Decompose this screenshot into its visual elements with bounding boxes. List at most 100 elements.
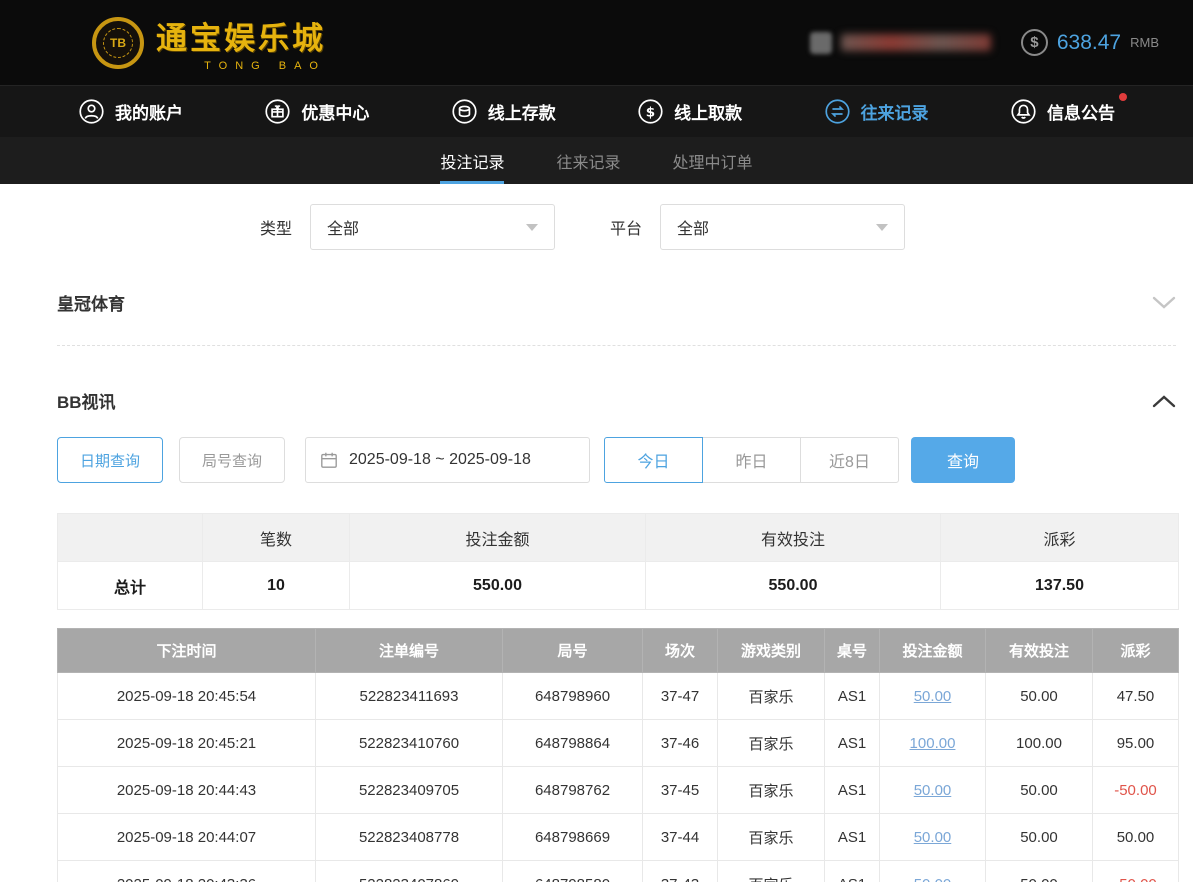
nav-label: 往来记录 [860,104,929,123]
cell-round-number: 648798762 [502,766,643,814]
deposit-icon [452,99,477,124]
balance-currency: RMB [1130,35,1159,50]
search-button[interactable]: 查询 [911,437,1015,483]
user-icon [79,99,104,124]
record-subtabs: 投注记录 往来记录 处理中订单 [0,137,1193,184]
col-table-number: 桌号 [824,628,880,673]
wallet-balance[interactable]: $ 638.47 RMB [1020,29,1159,56]
col-game-type: 游戏类别 [717,628,825,673]
cell-payout: 47.50 [1116,687,1155,705]
cell-order-number: 522823409705 [315,766,503,814]
col-session: 场次 [642,628,718,673]
summary-header-payout: 派彩 [940,513,1179,562]
nav-item-announcements[interactable]: 信息公告 [1010,93,1127,125]
bet-amount-link[interactable]: 50.00 [914,688,952,705]
chevron-down-icon[interactable] [1152,296,1176,310]
nav-label: 优惠中心 [301,104,370,123]
logo-chip-icon: TB [92,16,144,69]
tab-transaction-records[interactable]: 往来记录 [556,137,620,184]
cell-bet-time: 2025-09-18 20:44:07 [57,813,316,861]
summary-header-row: 笔数 投注金额 有效投注 派彩 [57,513,1179,562]
summary-total-label: 总计 [57,561,203,610]
section-divider [57,345,1176,346]
chevron-up-icon[interactable] [1152,394,1176,408]
bet-amount-link[interactable]: 50.00 [914,782,952,799]
platform-filter-label: 平台 [610,221,643,238]
gift-icon [265,99,290,124]
cell-round-number: 648798864 [502,719,643,767]
tab-processing-orders[interactable]: 处理中订单 [673,137,753,184]
nav-item-my-account[interactable]: 我的账户 [78,98,183,125]
type-select-value: 全部 [327,221,360,238]
chevron-down-icon [526,223,539,231]
tab-bet-records[interactable]: 投注记录 [440,137,504,184]
bet-amount-link[interactable]: 50.00 [914,876,952,882]
col-valid-bet: 有效投注 [985,628,1093,673]
date-range-input[interactable]: 2025-09-18 ~ 2025-09-18 [305,437,590,483]
notification-dot [1118,93,1127,101]
bet-amount-link[interactable]: 100.00 [910,735,956,752]
chevron-down-icon [876,223,889,231]
round-query-button[interactable]: 局号查询 [179,437,285,483]
last-8-days-button[interactable]: 近8日 [800,437,899,483]
section-bb-video[interactable]: BB视讯 [57,388,1176,413]
transfer-records-icon [824,99,850,124]
cell-session: 37-45 [642,766,718,814]
bell-icon [1011,99,1036,124]
section-title: BB视讯 [57,393,116,412]
query-toolbar: 日期查询 局号查询 2025-09-18 ~ 2025-09-18 今日 昨日 … [57,437,1176,483]
cell-round-number: 648798669 [502,813,643,861]
nav-item-promotions[interactable]: 优惠中心 [264,98,369,125]
cell-table-number: AS1 [824,813,880,861]
today-button[interactable]: 今日 [604,437,703,483]
brand-subtitle: TONG BAO [204,60,326,72]
nav-label: 线上取款 [674,104,743,123]
bet-records-table: 下注时间 注单编号 局号 场次 游戏类别 桌号 投注金额 有效投注 派彩 202… [57,628,1179,882]
cell-valid-bet: 50.00 [985,766,1093,814]
col-order-number: 注单编号 [315,628,503,673]
cell-game-type: 百家乐 [717,766,825,814]
cell-valid-bet: 50.00 [985,672,1093,720]
logo-badge: TB [103,27,133,58]
table-row: 2025-09-18 20:43:36 522823407869 6487985… [57,860,1179,882]
nav-label: 我的账户 [115,104,183,123]
table-row: 2025-09-18 20:44:43 522823409705 6487987… [57,766,1179,814]
cell-bet-time: 2025-09-18 20:45:21 [57,719,316,767]
balance-amount: 638.47 [1056,30,1122,54]
cell-payout: -50.00 [1114,876,1157,882]
cell-order-number: 522823408778 [315,813,503,861]
cell-game-type: 百家乐 [717,860,825,882]
summary-header-valid: 有效投注 [645,513,941,562]
cell-session: 37-43 [642,860,718,882]
nav-item-transaction-records[interactable]: 往来记录 [824,98,929,125]
table-row: 2025-09-18 20:45:21 522823410760 6487988… [57,719,1179,767]
section-title: 皇冠体育 [57,295,125,314]
quick-range-segment: 今日 昨日 近8日 [604,437,899,483]
type-filter-label: 类型 [260,221,293,238]
table-row: 2025-09-18 20:44:07 522823408778 6487986… [57,813,1179,861]
cell-valid-bet: 100.00 [985,719,1093,767]
avatar [809,31,832,54]
nav-item-deposit[interactable]: 线上存款 [451,98,556,125]
yesterday-button[interactable]: 昨日 [702,437,801,483]
nav-label: 信息公告 [1046,104,1115,123]
cell-valid-bet: 50.00 [985,813,1093,861]
nav-item-withdraw[interactable]: $ 线上取款 [637,98,742,125]
cell-order-number: 522823407869 [315,860,503,882]
cell-payout: 50.00 [1116,828,1155,846]
bet-amount-link[interactable]: 50.00 [914,829,952,846]
table-row: 2025-09-18 20:45:54 522823411693 6487989… [57,672,1179,720]
dollar-icon: $ [1020,29,1048,56]
cell-table-number: AS1 [824,860,880,882]
col-bet-amount: 投注金额 [879,628,986,673]
cell-game-type: 百家乐 [717,672,825,720]
date-query-button[interactable]: 日期查询 [57,437,163,483]
platform-select[interactable]: 全部 [660,204,906,250]
summary-header-count: 笔数 [202,513,350,562]
section-crown-sports[interactable]: 皇冠体育 [57,290,1176,315]
cell-bet-time: 2025-09-18 20:43:36 [57,860,316,882]
type-select[interactable]: 全部 [310,204,556,250]
cell-game-type: 百家乐 [717,813,825,861]
calendar-icon [321,452,337,468]
username-redacted[interactable] [809,31,991,54]
